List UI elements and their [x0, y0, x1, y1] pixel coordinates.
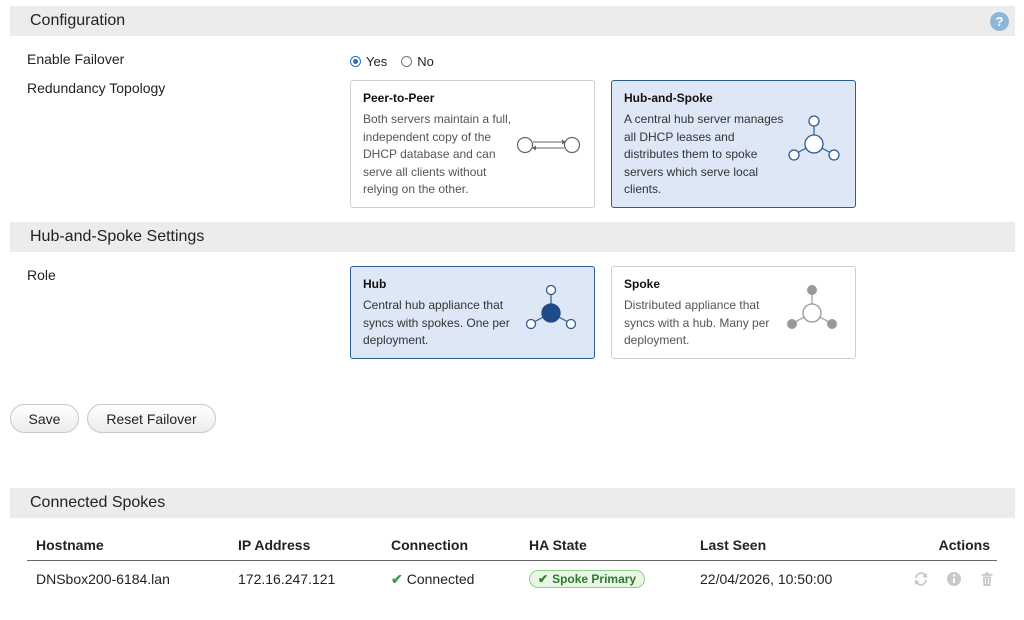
column-header-ha-state[interactable]: HA State — [520, 530, 691, 561]
card-title: Peer-to-Peer — [363, 91, 435, 105]
column-header-connection[interactable]: Connection — [382, 530, 520, 561]
hub-icon — [525, 285, 577, 330]
column-header-hostname[interactable]: Hostname — [27, 530, 229, 561]
card-title: Hub-and-Spoke — [624, 91, 713, 105]
failover-no-radio[interactable]: No — [401, 54, 434, 69]
section-title: Hub-and-Spoke Settings — [30, 228, 205, 245]
role-label: Role — [27, 267, 56, 283]
card-description: A central hub server manages all DHCP le… — [624, 112, 784, 196]
table-row: DNSbox200-6184.lan 172.16.247.121 ✔ Conne… — [27, 560, 997, 598]
last-seen-cell: 22/04/2026, 10:50:00 — [700, 571, 833, 588]
section-title: Connected Spokes — [30, 494, 166, 511]
configuration-header: Configuration ? — [10, 6, 1015, 36]
ha-state-cell: ✔ Spoke Primary — [520, 560, 691, 598]
connection-cell: ✔ Connected — [382, 560, 520, 598]
spoke-role-card[interactable]: Spoke Distributed appliance that syncs w… — [611, 266, 856, 359]
radio-button[interactable] — [350, 56, 361, 67]
ha-state-label: Spoke Primary — [552, 572, 637, 587]
actions-cell — [871, 560, 997, 598]
radio-label: No — [417, 54, 434, 69]
radio-button[interactable] — [401, 56, 413, 67]
status-badge: ✔ Spoke Primary — [529, 570, 646, 589]
card-description: Both servers maintain a full, independen… — [363, 112, 512, 196]
check-icon: ✔ — [538, 572, 549, 587]
peer-to-peer-icon — [516, 136, 581, 154]
save-button[interactable]: Save — [10, 404, 79, 433]
hub-spoke-settings-header: Hub-and-Spoke Settings — [10, 222, 1015, 252]
connected-spokes-header: Connected Spokes — [10, 488, 1015, 518]
card-description: Central hub appliance that syncs with sp… — [363, 298, 510, 347]
refresh-icon[interactable] — [913, 571, 929, 587]
question-circle-icon[interactable]: ? — [990, 12, 1009, 31]
info-icon[interactable] — [946, 571, 962, 587]
table-header-row: Hostname IP Address Connection HA State … — [27, 530, 997, 561]
check-icon: ✔ — [391, 570, 403, 587]
peer-to-peer-card[interactable]: Peer-to-Peer Both servers maintain a ful… — [350, 80, 595, 208]
hub-and-spoke-icon — [788, 115, 840, 161]
hub-role-card[interactable]: Hub Central hub appliance that syncs wit… — [350, 266, 595, 359]
radio-label: Yes — [366, 54, 388, 69]
connection-status: Connected — [406, 570, 475, 587]
column-header-actions: Actions — [871, 530, 997, 561]
enable-failover-label: Enable Failover — [27, 51, 125, 67]
card-description: Distributed appliance that syncs with a … — [624, 298, 770, 347]
section-title: Configuration — [30, 12, 126, 29]
failover-yes-radio[interactable]: Yes — [350, 54, 387, 69]
reset-failover-button[interactable]: Reset Failover — [87, 404, 216, 433]
hub-and-spoke-card[interactable]: Hub-and-Spoke A central hub server manag… — [611, 80, 856, 208]
redundancy-topology-label: Redundancy Topology — [27, 80, 166, 96]
trash-icon[interactable] — [979, 571, 995, 587]
hostname-cell: DNSbox200-6184.lan — [36, 571, 170, 588]
connected-spokes-table: Hostname IP Address Connection HA State … — [27, 530, 997, 598]
enable-failover-radio-group: Yes No — [350, 54, 448, 69]
spoke-icon — [787, 285, 837, 329]
ip-address-cell: 172.16.247.121 — [238, 571, 336, 588]
column-header-last-seen[interactable]: Last Seen — [691, 530, 871, 561]
column-header-ip-address[interactable]: IP Address — [229, 530, 382, 561]
